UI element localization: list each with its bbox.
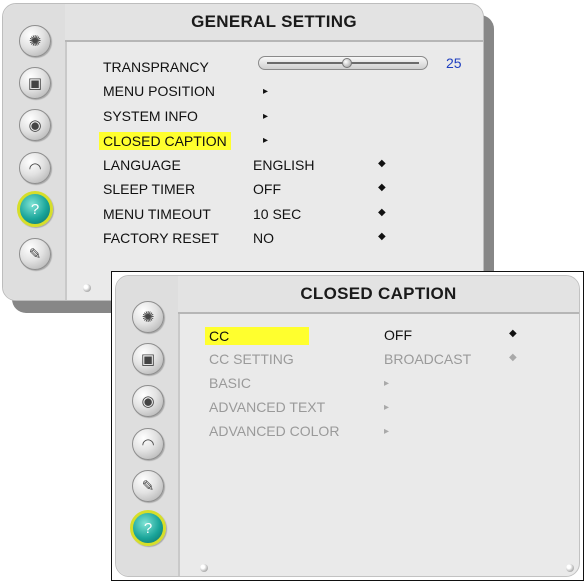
general-setting-window: ✺ ▣ ◉ ◠ ? ✎ GENERAL SETTING TRANSPRANCY … <box>2 3 484 301</box>
menu-item-value: BROADCAST <box>384 351 472 367</box>
menu-item-label: ADVANCED TEXT <box>209 399 326 415</box>
general-sidebar: ✺ ▣ ◉ ◠ ? ✎ <box>3 4 67 300</box>
menu-item-label: SYSTEM INFO <box>103 107 198 124</box>
menu-item-label: BASIC <box>209 375 252 391</box>
menu-item-system-info[interactable]: SYSTEM INFO ▸ <box>103 108 473 126</box>
menu-item-value: NO <box>253 230 274 246</box>
menu-item-sleep-timer[interactable]: SLEEP TIMER OFF ◆ <box>103 181 473 199</box>
screw-icon <box>566 564 574 572</box>
up-down-arrow-icon[interactable]: ◆ <box>378 207 386 218</box>
right-arrow-icon[interactable]: ▸ <box>384 378 389 389</box>
audio-speaker-icon[interactable]: ◉ <box>132 385 164 417</box>
lock-icon[interactable]: ✎ <box>132 470 164 502</box>
slider-knob[interactable] <box>342 58 352 68</box>
tv-icon[interactable]: ◠ <box>19 152 51 184</box>
audio-speaker-icon[interactable]: ◉ <box>19 109 51 141</box>
menu-item-factory-reset[interactable]: FACTORY RESET NO ◆ <box>103 230 473 248</box>
right-arrow-icon[interactable]: ▸ <box>263 111 268 122</box>
menu-item-value: OFF <box>253 181 281 197</box>
menu-item-basic[interactable]: BASIC ▸ <box>209 375 569 393</box>
up-down-arrow-icon[interactable]: ◆ <box>378 183 386 193</box>
menu-item-cc[interactable]: CC OFF ◆ <box>205 327 569 345</box>
menu-item-label: MENU TIMEOUT <box>103 205 211 222</box>
right-arrow-icon[interactable]: ▸ <box>263 86 268 97</box>
screw-icon <box>83 284 91 292</box>
menu-item-value: 10 SEC <box>253 205 302 222</box>
right-arrow-icon[interactable]: ▸ <box>384 402 389 413</box>
menu-item-label: TRANSPRANCY <box>103 59 209 75</box>
transparency-value: 25 <box>446 55 462 71</box>
menu-item-menu-position[interactable]: MENU POSITION ▸ <box>103 83 473 101</box>
general-setting-icon[interactable]: ? <box>130 510 166 546</box>
brightness-icon[interactable]: ✺ <box>19 25 51 57</box>
up-down-arrow-icon[interactable]: ◆ <box>509 329 517 339</box>
screw-icon <box>200 564 208 572</box>
closed-caption-window: ✺ ▣ ◉ ◠ ✎ ? CLOSED CAPTION CC OFF ◆ CC SETT… <box>111 271 584 581</box>
up-down-arrow-icon[interactable]: ◆ <box>378 232 386 242</box>
right-arrow-icon[interactable]: ▸ <box>263 135 268 146</box>
menu-item-label: SLEEP TIMER <box>103 181 196 197</box>
menu-item-advanced-text[interactable]: ADVANCED TEXT ▸ <box>209 399 569 417</box>
menu-item-advanced-color[interactable]: ADVANCED COLOR ▸ <box>209 423 569 441</box>
menu-item-menu-timeout[interactable]: MENU TIMEOUT 10 SEC ◆ <box>103 206 473 224</box>
up-down-arrow-icon[interactable]: ◆ <box>509 353 517 363</box>
menu-item-cc-setting[interactable]: CC SETTING BROADCAST ◆ <box>209 351 569 369</box>
right-arrow-icon[interactable]: ▸ <box>384 426 389 437</box>
cc-sidebar: ✺ ▣ ◉ ◠ ✎ ? <box>116 276 180 576</box>
menu-item-closed-caption[interactable]: CLOSED CAPTION ▸ <box>99 132 473 150</box>
menu-item-label: CC SETTING <box>209 351 294 367</box>
menu-item-language[interactable]: LANGUAGE ENGLISH ◆ <box>103 157 473 175</box>
menu-item-label: ADVANCED COLOR <box>209 423 340 439</box>
menu-item-value: ENGLISH <box>253 156 315 173</box>
menu-item-value: OFF <box>384 327 412 343</box>
screen-icon[interactable]: ▣ <box>132 343 164 375</box>
menu-item-label: LANGUAGE <box>103 156 181 173</box>
menu-item-label: MENU POSITION <box>103 83 216 99</box>
lock-icon[interactable]: ✎ <box>19 238 51 270</box>
brightness-icon[interactable]: ✺ <box>132 301 164 333</box>
up-down-arrow-icon[interactable]: ◆ <box>378 158 386 169</box>
menu-item-label: CLOSED CAPTION <box>99 132 231 150</box>
menu-item-label: CC <box>205 327 310 345</box>
page-title: GENERAL SETTING <box>65 4 483 42</box>
general-setting-icon[interactable]: ? <box>17 191 53 227</box>
closed-caption-panel: ✺ ▣ ◉ ◠ ✎ ? CLOSED CAPTION CC OFF ◆ CC SETT… <box>115 275 580 577</box>
tv-icon[interactable]: ◠ <box>132 428 164 460</box>
menu-item-label: FACTORY RESET <box>103 230 219 246</box>
page-title: CLOSED CAPTION <box>178 276 579 314</box>
screen-icon[interactable]: ▣ <box>19 67 51 99</box>
transparency-slider[interactable] <box>258 56 428 70</box>
